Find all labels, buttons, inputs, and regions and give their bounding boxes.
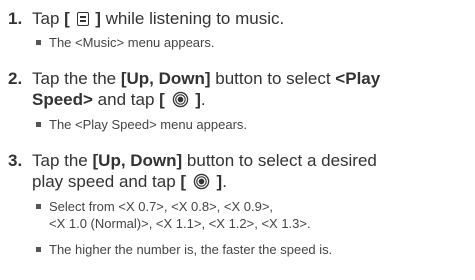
step-number: 2. [8, 69, 23, 88]
step-text-part: play speed and tap [32, 172, 181, 191]
step-text: Tap the the [Up, Down] button to select … [32, 68, 473, 89]
step-text-bold: Speed> [32, 90, 93, 109]
step-3-note-1: Select from <X 0.7>, <X 0.8>, <X 0.9>, [36, 198, 273, 215]
bracket-open: [ [159, 90, 170, 109]
step-text-part: and tap [92, 90, 160, 109]
menu-icon [76, 12, 89, 26]
step-text-part: while listening to music. [100, 9, 285, 28]
step-text-part: . [222, 172, 227, 191]
step-text-bold: [Up, Down] [120, 69, 211, 88]
note-text: Select from <X 0.7>, <X 0.8>, <X 0.9>, [49, 199, 274, 214]
step-text-part: Tap [32, 9, 65, 28]
bracket-open: [ [180, 172, 191, 191]
note-text: <X 1.0 (Normal)>, <X 1.1>, <X 1.2>, <X 1… [49, 216, 311, 231]
step-number: 1. [8, 9, 23, 28]
bracket-open: [ [64, 9, 75, 28]
step-text-part: button to select a desired [182, 151, 377, 170]
step-text-bold: [Up, Down] [92, 151, 183, 170]
bullet-icon [36, 204, 41, 210]
note-text: The higher the number is, the faster the… [49, 242, 333, 257]
step-text-part: button to select [210, 69, 336, 88]
step-1-note: The <Music> menu appears. [36, 34, 214, 51]
step-text: play speed and tap [ ]. [32, 171, 473, 192]
step-3-note-1-cont: <X 1.0 (Normal)>, <X 1.1>, <X 1.2>, <X 1… [49, 215, 311, 232]
step-text-part: . [200, 90, 206, 109]
note-text: The <Play Speed> menu appears. [49, 117, 248, 132]
bullet-icon [36, 40, 41, 46]
step-text: Speed> and tap [ ]. [32, 89, 473, 110]
step-text-part: Tap the [32, 151, 93, 170]
note-text: The <Music> menu appears. [49, 35, 215, 50]
step-2-note: The <Play Speed> menu appears. [36, 116, 247, 133]
bullet-icon [36, 247, 41, 253]
step-text-part: Tap the the [32, 69, 121, 88]
select-icon [193, 173, 210, 190]
step-number: 3. [8, 151, 23, 170]
step-3-note-2: The higher the number is, the faster the… [36, 241, 332, 258]
bracket-close: ] [190, 90, 201, 109]
step-text: Tap [ ] while listening to music. [32, 8, 473, 29]
step-text: Tap the [Up, Down] button to select a de… [32, 150, 473, 171]
bracket-close: ] [90, 9, 101, 28]
bullet-icon [36, 122, 41, 128]
bracket-close: ] [211, 172, 223, 191]
step-text-bold: <Play [335, 69, 381, 88]
select-icon [172, 91, 188, 108]
